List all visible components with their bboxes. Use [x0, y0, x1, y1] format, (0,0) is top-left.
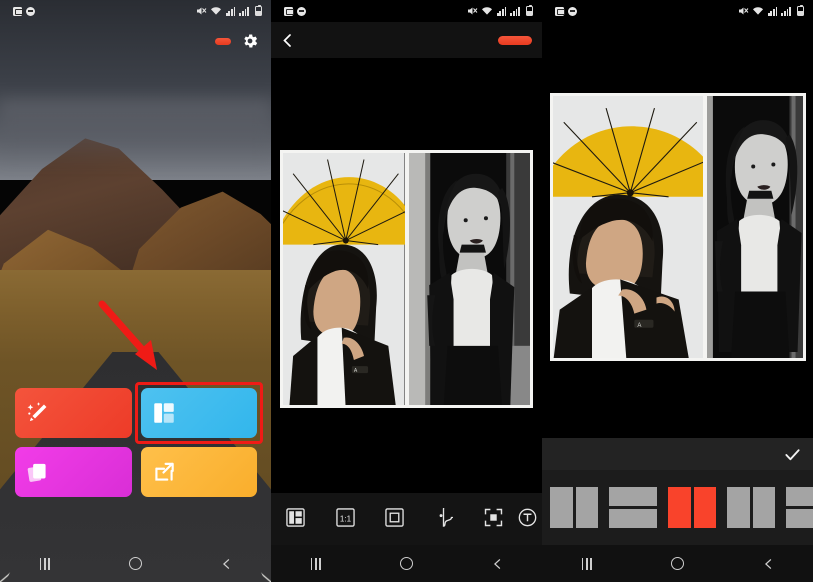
collage-header [271, 22, 542, 58]
home-action-buttons [15, 382, 263, 497]
signal-icon-1 [496, 6, 507, 16]
frame-corners-icon [484, 508, 503, 526]
do-not-disturb-icon [568, 6, 577, 16]
mute-icon [196, 7, 207, 15]
panel-home-screen [0, 0, 271, 582]
back-icon[interactable] [492, 558, 502, 569]
editor-button[interactable] [15, 388, 132, 438]
home-icon[interactable] [671, 557, 685, 570]
recents-icon[interactable] [39, 557, 50, 570]
template-panel-header [542, 438, 813, 470]
checkmark-icon[interactable] [784, 446, 801, 463]
app-header [0, 22, 271, 60]
magic-wand-icon [27, 402, 47, 422]
photo-woman-blazer[interactable] [408, 153, 530, 405]
do-not-disturb-icon [297, 6, 306, 16]
signal-icon-1 [225, 6, 236, 16]
template-thumbnail-strip[interactable] [542, 470, 813, 545]
tool-template[interactable] [271, 507, 320, 531]
template-grid-icon [286, 507, 305, 527]
freestyle-button[interactable] [15, 447, 132, 497]
svg-text:1:1: 1:1 [340, 514, 352, 523]
status-bar-2 [271, 0, 542, 22]
tool-sticker[interactable] [419, 507, 468, 531]
home-icon[interactable] [129, 557, 143, 570]
template-thumb-0[interactable] [548, 485, 600, 530]
ratio-1-1-icon: 1:1 [335, 507, 355, 527]
template-thumb-1[interactable] [607, 485, 659, 530]
panel-collage-editor: A 1:1 [271, 0, 542, 582]
collage-button[interactable] [134, 382, 263, 444]
image-icon [555, 6, 565, 16]
signal-icon-2 [780, 6, 791, 16]
text-circle-icon [518, 508, 536, 526]
panel-template-picker: A [542, 0, 813, 582]
battery-icon [526, 4, 533, 16]
back-icon[interactable] [763, 558, 773, 569]
battery-icon [797, 4, 804, 16]
template-thumb-3[interactable] [725, 485, 777, 530]
tool-ratio[interactable]: 1:1 [320, 507, 369, 531]
recents-icon[interactable] [310, 557, 321, 570]
do-not-disturb-icon [26, 6, 35, 16]
image-icon [13, 6, 23, 16]
wifi-icon [210, 7, 221, 15]
three-panel-screenshot: A 1:1 A [0, 0, 813, 582]
signal-icon-2 [238, 6, 249, 16]
chevron-left-icon[interactable] [281, 33, 294, 47]
battery-icon [255, 4, 262, 16]
photo-man-umbrella[interactable]: A [283, 153, 405, 405]
gear-icon[interactable] [241, 32, 259, 50]
android-navbar-3 [542, 545, 813, 582]
signal-icon-1 [767, 6, 778, 16]
share-arrow-icon [154, 462, 174, 481]
border-square-icon [385, 507, 404, 527]
back-icon[interactable] [221, 558, 231, 569]
editor-toolbar: 1:1 [271, 493, 542, 545]
photo-woman-blazer-3[interactable] [706, 96, 803, 358]
status-bar-3 [542, 0, 813, 22]
layers-icon [27, 463, 46, 482]
grid-layout-icon [153, 403, 174, 423]
home-icon[interactable] [400, 557, 414, 570]
tool-border[interactable] [370, 507, 419, 531]
sticker-icon [440, 507, 454, 527]
template-thumb-4[interactable] [784, 485, 813, 530]
photo-man-umbrella-3[interactable]: A [553, 96, 703, 358]
recents-icon[interactable] [581, 557, 592, 570]
wifi-icon [752, 7, 763, 15]
tool-text[interactable] [512, 508, 542, 531]
android-navbar-2 [271, 545, 542, 582]
wifi-icon [481, 7, 492, 15]
android-navbar-1 [0, 545, 271, 582]
pro-badge[interactable] [215, 37, 231, 45]
status-bar-1 [0, 0, 271, 22]
mute-icon [467, 7, 478, 15]
save-button[interactable] [498, 35, 532, 45]
mute-icon [738, 7, 749, 15]
collage-canvas[interactable]: A [280, 150, 533, 408]
share-button[interactable] [140, 447, 257, 497]
tool-frame[interactable] [469, 508, 518, 531]
template-thumb-2-selected[interactable] [666, 485, 718, 530]
signal-icon-2 [509, 6, 520, 16]
image-icon [284, 6, 294, 16]
collage-canvas-3[interactable]: A [550, 93, 806, 361]
